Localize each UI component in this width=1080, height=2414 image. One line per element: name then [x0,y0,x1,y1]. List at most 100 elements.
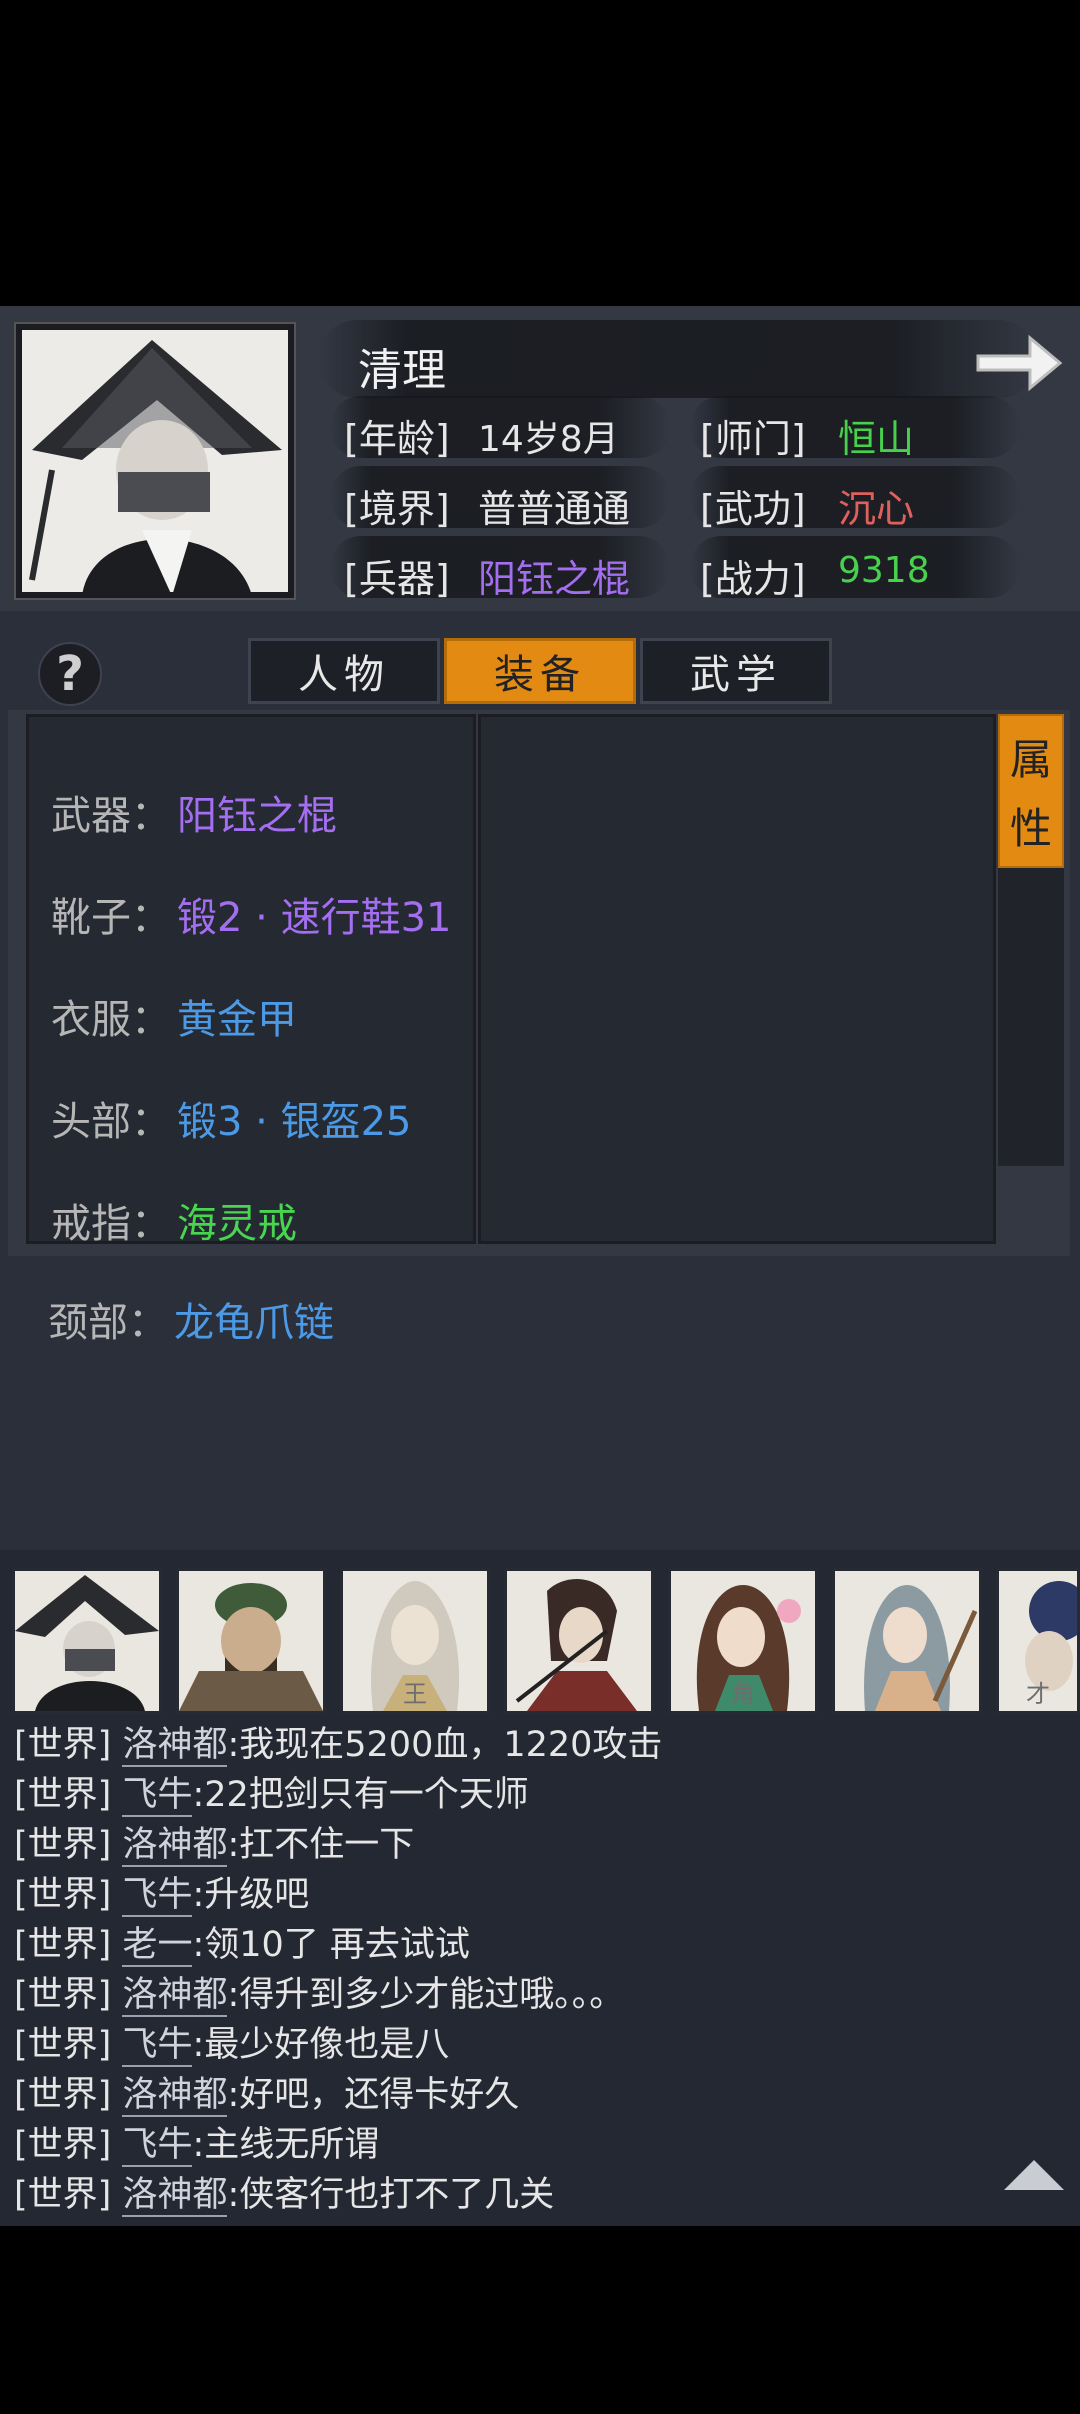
equipment-slot-label: 衣服： [51,997,171,1043]
chat-sender-link[interactable]: 洛神都 [122,2175,228,2217]
chat-sender-link[interactable]: 洛神都 [122,1825,228,1867]
age-value: 14岁8月 [478,419,619,460]
avatar-heroine-icon [864,1585,978,1711]
friend-avatar[interactable] [12,1568,162,1714]
chat-sender-link[interactable]: 飞牛 [122,2125,193,2167]
chat-message-text: :主线无所谓 [192,2125,380,2165]
chat-message-text: :领10了 再去试试 [192,1925,470,1965]
sect-label: [师门] [700,417,806,461]
equipment-row-clothes[interactable]: 衣服： 黄金甲 [51,987,297,1045]
equipment-item: 龙龟爪链 [174,1300,334,1346]
equipment-row-weapon[interactable]: 武器： 阳钰之棍 [51,783,337,841]
equipment-item: 阳钰之棍 [177,793,337,839]
chat-sender-link[interactable]: 飞牛 [122,2025,193,2067]
friend-label: 王 [403,1680,427,1708]
equipment-item: 海灵戒 [177,1201,297,1247]
chat-message[interactable]: [世界] 洛神都:得升到多少才能过哦。。。 [14,1966,624,2017]
chat-channel-tag: [世界] [14,2025,112,2065]
help-button[interactable]: ? [38,642,102,706]
tab-martial-arts[interactable]: 武学 [640,638,832,704]
chat-sender-link[interactable]: 洛神都 [122,1975,228,2017]
equipment-row-boots[interactable]: 靴子： 锻2 · 速行鞋31 [51,885,452,943]
chat-message[interactable]: [世界] 洛神都:扛不住一下 [14,1816,414,1867]
equipment-list: 武器： 阳钰之棍 靴子： 锻2 · 速行鞋31 衣服： 黄金甲 头部： 锻3 · 银盔2… [26,714,476,1247]
equipment-slot-label: 靴子： [51,895,171,941]
chat-message-text: :得升到多少才能过哦。。。 [227,1975,625,2015]
chat-sender-link[interactable]: 飞牛 [122,1875,193,1917]
portrait-figure-icon [22,330,288,592]
chat-channel-tag: [世界] [14,2175,112,2215]
avatar-warrior-icon [179,1583,323,1711]
chat-message[interactable]: [世界] 飞牛:主线无所谓 [14,2116,379,2167]
equipment-slot-label: 头部： [51,1099,171,1145]
friend-avatar[interactable]: 才 [996,1568,1080,1714]
weapon-value: 阳钰之棍 [478,557,631,601]
attributes-button-label-2: 性 [1009,804,1052,853]
chat-message[interactable]: [世界] 洛神都:侠客行也打不了几关 [14,2166,554,2217]
character-name: 清理 [358,345,446,396]
scroll-up-icon[interactable] [1004,2160,1064,2190]
chat-channel-tag: [世界] [14,1975,112,2015]
equipment-item: 锻2 · 速行鞋31 [177,895,452,941]
next-arrow-icon[interactable] [972,328,1064,398]
chat-message[interactable]: [世界] 飞牛:升级吧 [14,1866,309,1917]
skill-value: 沉心 [838,487,915,531]
friend-avatar[interactable] [504,1568,654,1714]
chat-message[interactable]: [世界] 老一:领10了 再去试试 [14,1916,470,1967]
chat-channel-tag: [世界] [14,1725,112,1765]
attributes-button[interactable]: 属 性 [998,714,1064,868]
equipment-item: 锻3 · 银盔25 [177,1099,412,1145]
tab-character[interactable]: 人物 [248,638,440,704]
friend-avatar[interactable]: 王 [340,1568,490,1714]
weapon-label: [兵器] [344,557,450,601]
realm-label: [境界] [344,487,450,531]
chat-channel-tag: [世界] [14,1875,112,1915]
power-label: [战力] [700,557,806,601]
chat-message[interactable]: [世界] 飞牛:最少好像也是八 [14,2016,449,2067]
chat-message-text: :侠客行也打不了几关 [227,2175,555,2215]
avatar-hat-figure-icon [15,1575,159,1711]
chat-channel-tag: [世界] [14,2075,112,2115]
chat-sender-link[interactable]: 老一 [122,1925,193,1967]
chat-sender-link[interactable]: 洛神都 [122,2075,228,2117]
attributes-button-label-1: 属 [1009,735,1052,784]
chat-message-text: :最少好像也是八 [192,2025,450,2065]
equipment-row-neck[interactable]: 颈部： 龙龟爪链 [48,1290,334,1348]
chat-message-text: :好吧，还得卡好久 [227,2075,520,2115]
character-header: 清理 [年龄] 14岁8月 [师门] 恒山 [境界] 普普通通 [武功] 沉心 … [0,306,1080,611]
friend-avatar[interactable] [832,1568,982,1714]
realm-value: 普普通通 [478,487,631,531]
chat-message[interactable]: [世界] 飞牛:22把剑只有一个天师 [14,1766,529,1817]
avatar-swordsman-icon [515,1579,637,1711]
chat-message-text: :22把剑只有一个天师 [192,1775,529,1815]
character-portrait[interactable] [14,322,296,600]
sect-value: 恒山 [838,417,915,461]
chat-channel-tag: [世界] [14,1825,112,1865]
age-label: [年龄] [344,417,450,461]
equipment-item: 黄金甲 [177,997,297,1043]
chat-message-text: :升级吧 [192,1875,310,1915]
portrait-art [22,330,288,592]
chat-message-text: :扛不住一下 [227,1825,415,1865]
equipment-row-head[interactable]: 头部： 锻3 · 银盔25 [51,1089,412,1147]
tab-equipment[interactable]: 装备 [444,638,636,704]
chat-channel-tag: [世界] [14,1775,112,1815]
chat-channel-tag: [世界] [14,2125,112,2165]
equipment-detail-panel [478,714,996,1244]
chat-sender-link[interactable]: 飞牛 [122,1775,193,1817]
friend-label: 才 [1026,1680,1050,1708]
chat-channel-tag: [世界] [14,1925,112,1965]
equipment-slot-label: 武器： [51,793,171,839]
equipment-slot-label: 颈部： [48,1300,168,1346]
friend-avatar[interactable] [176,1568,326,1714]
chat-message-text: :我现在5200血，1220攻击 [227,1725,663,1765]
power-value: 9318 [838,550,930,591]
equipment-slot-label: 戒指： [51,1201,171,1247]
chat-message[interactable]: [世界] 洛神都:好吧，还得卡好久 [14,2066,519,2117]
skill-label: [武功] [700,487,806,531]
friend-label: 角 [731,1680,755,1708]
chat-sender-link[interactable]: 洛神都 [122,1725,228,1767]
chat-message[interactable]: [世界] 洛神都:我现在5200血，1220攻击 [14,1716,662,1767]
equipment-row-ring[interactable]: 戒指： 海灵戒 [51,1191,297,1249]
friend-avatar[interactable]: 角 [668,1568,818,1714]
